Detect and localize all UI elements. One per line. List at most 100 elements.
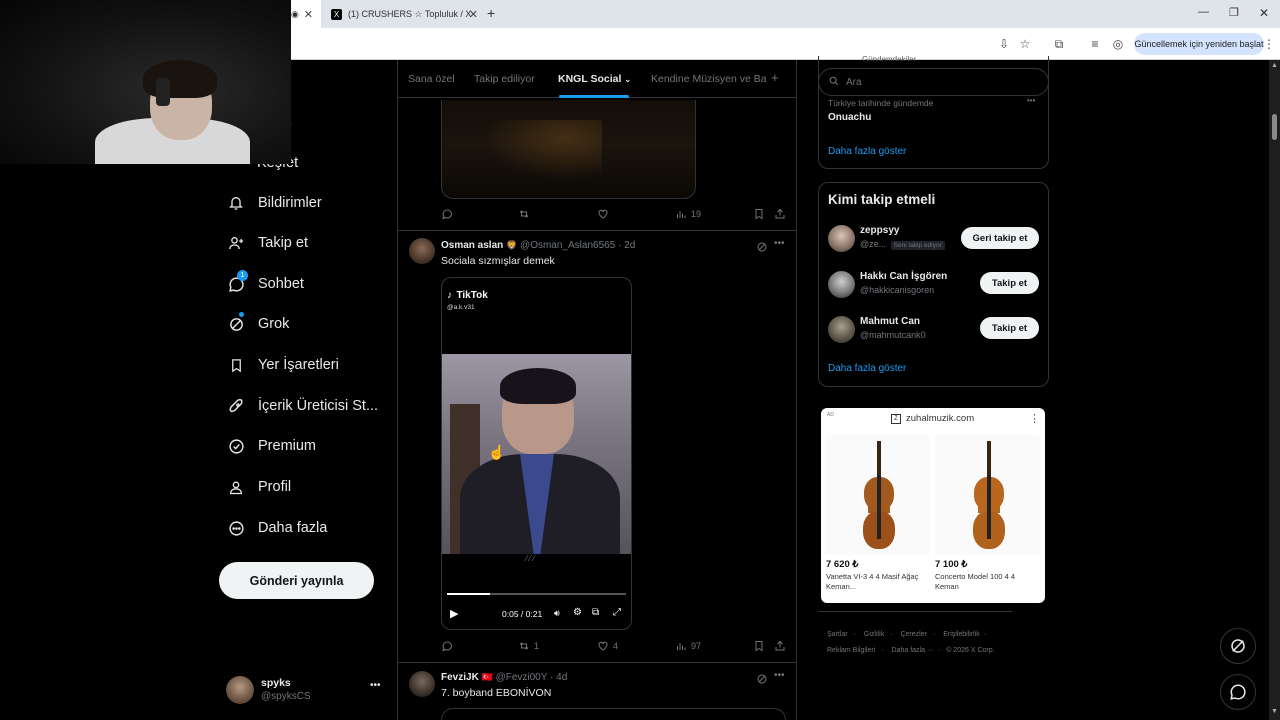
follow-button[interactable]: Takip et	[980, 272, 1039, 294]
ad-header[interactable]: Z zuhalmuzik.com	[891, 413, 974, 424]
author-name[interactable]: Osman aslan	[441, 240, 503, 251]
ad-price: 7 620 ₺	[826, 559, 859, 570]
nav-item-premium[interactable]: Premium	[226, 432, 316, 460]
scrollbar-thumb[interactable]	[1272, 114, 1277, 140]
author-handle[interactable]: @Fevzi00Y	[496, 672, 548, 683]
pip-icon[interactable]: ⧉	[592, 607, 599, 618]
reply-button[interactable]	[441, 640, 457, 652]
grok-post-icon[interactable]	[756, 672, 768, 690]
browser-tab-partial[interactable]: ◉ ✕	[291, 0, 321, 28]
video-frame[interactable]	[442, 354, 631, 554]
new-tab-button[interactable]: +	[487, 5, 495, 21]
post-time[interactable]: 4d	[556, 672, 567, 683]
bookmark-button[interactable]	[753, 208, 769, 220]
tab-musician[interactable]: Kendine Müzisyen ve Ba	[651, 73, 767, 85]
star-icon[interactable]: ☆	[1017, 36, 1033, 52]
bookmark-button[interactable]	[753, 640, 769, 652]
trend-title[interactable]: Onuachu	[828, 112, 871, 123]
scroll-down-icon[interactable]: ▼	[1271, 708, 1278, 715]
tab-title: (1) CRUSHERS ☆ Topluluk / X	[348, 8, 472, 19]
footer-link[interactable]: Çerezler	[900, 631, 926, 638]
follow-suggestion[interactable]: zeppsyy @ze... Seni takip ediyor Geri ta…	[819, 221, 1048, 257]
post-media-top[interactable]	[441, 708, 786, 720]
share-button[interactable]	[774, 640, 790, 652]
more-icon[interactable]: •••	[774, 238, 785, 249]
post-fevzi[interactable]: FevziJK 🇹🇷 @Fevzi00Y · 4d ••• 7. boyband…	[398, 663, 796, 720]
add-tab-icon[interactable]: +	[771, 70, 779, 85]
post-osman[interactable]: Osman aslan 🦁 @Osman_Aslan6565 · 2d ••• …	[398, 231, 796, 662]
tab-following[interactable]: Takip ediliyor	[474, 73, 535, 85]
post-time[interactable]: 2d	[624, 240, 635, 251]
nav-item-profile[interactable]: Profil	[226, 473, 291, 501]
nav-item-creator-studio[interactable]: İçerik Üreticisi St...	[226, 392, 378, 420]
nav-item-chat[interactable]: 1 Sohbet	[226, 270, 304, 298]
more-icon[interactable]: •••	[1027, 96, 1035, 105]
settings-icon[interactable]: ⚙	[573, 607, 582, 618]
minimize-button[interactable]: —	[1198, 6, 1209, 18]
footer-link[interactable]: Şartlar	[827, 631, 848, 638]
volume-icon[interactable]: 🔊︎	[554, 608, 560, 619]
nav-item-notifications[interactable]: Bildirimler	[226, 189, 322, 217]
browser-tab-crushers[interactable]: X (1) CRUSHERS ☆ Topluluk / X ✕	[326, 0, 486, 28]
update-restart-button[interactable]: Güncellemek için yeniden başlat	[1134, 33, 1264, 55]
repost-button[interactable]	[518, 208, 534, 220]
close-icon[interactable]: ✕	[469, 8, 478, 21]
media-icon[interactable]: ≡	[1087, 36, 1103, 52]
account-more-icon[interactable]: •••	[370, 680, 381, 691]
views-button[interactable]: 19	[675, 208, 701, 220]
nav-item-follow[interactable]: Takip et	[226, 229, 308, 257]
like-button[interactable]: 4	[597, 640, 618, 652]
post-media-dark[interactable]	[441, 100, 696, 199]
reply-button[interactable]	[441, 208, 457, 220]
ad-card[interactable]: AD Z zuhalmuzik.com ⋮ 7 620 ₺ Vanetta VI…	[821, 408, 1045, 603]
install-icon[interactable]: ⇩	[996, 36, 1012, 52]
menu-icon[interactable]: ⋮	[1261, 36, 1277, 52]
grok-float-button[interactable]	[1220, 628, 1256, 664]
nav-item-more[interactable]: Daha fazla	[226, 514, 327, 542]
author-name[interactable]: FevziJK	[441, 672, 479, 683]
footer-link[interactable]: Erişilebilirlik	[943, 631, 980, 638]
avatar[interactable]	[409, 238, 435, 264]
follow-suggestion[interactable]: Mahmut Can @mahmutcank0 Takip et	[819, 312, 1048, 348]
video-player[interactable]: ♪ TikTok @a.k.v31 ☝ ⁄ ⁄ ⁄ ▶ 0:05 / 0:21 …	[441, 277, 632, 630]
follow-back-button[interactable]: Geri takip et	[961, 227, 1039, 249]
views-icon	[677, 643, 686, 650]
like-button[interactable]	[597, 208, 613, 220]
ad-product[interactable]	[825, 435, 930, 555]
post-button[interactable]: Gönderi yayınla	[219, 562, 374, 599]
footer-link[interactable]: Daha fazla ···	[892, 647, 934, 654]
show-more-link[interactable]: Daha fazla göster	[828, 363, 906, 374]
video-progress-track[interactable]	[447, 593, 626, 595]
tab-kngl-social[interactable]: KNGL Social ⌄	[558, 73, 631, 85]
ad-product[interactable]	[935, 435, 1040, 555]
fullscreen-icon[interactable]: ⤢	[613, 607, 621, 618]
profile-icon[interactable]: ◎	[1110, 36, 1126, 52]
follow-suggestion[interactable]: Hakkı Can İşgören @hakkicanisgoren Takip…	[819, 267, 1048, 303]
nav-item-bookmarks[interactable]: Yer İşaretleri	[226, 351, 339, 379]
tab-for-you[interactable]: Sana özel	[408, 73, 455, 85]
extensions-icon[interactable]: ⧉	[1051, 36, 1067, 52]
views-button[interactable]: 97	[675, 640, 701, 652]
play-icon[interactable]: ▶	[450, 607, 458, 620]
avatar[interactable]	[409, 671, 435, 697]
share-button[interactable]	[774, 208, 790, 220]
scrollbar[interactable]: ▲ ▼	[1269, 60, 1280, 720]
close-icon[interactable]: ✕	[304, 8, 313, 21]
more-icon[interactable]: ⋮	[1029, 412, 1040, 425]
footer-link[interactable]: Gizlilik	[864, 631, 884, 638]
nav-item-grok[interactable]: Grok	[226, 310, 289, 338]
restore-button[interactable]: ❐	[1229, 6, 1239, 19]
post-header: Osman aslan 🦁 @Osman_Aslan6565 · 2d	[441, 240, 636, 251]
violin-image	[863, 441, 895, 551]
footer-link[interactable]: Reklam Bilgileri	[827, 647, 875, 654]
repost-button[interactable]: 1	[518, 640, 539, 652]
scroll-up-icon[interactable]: ▲	[1271, 62, 1278, 69]
show-more-link[interactable]: Daha fazla göster	[828, 146, 906, 157]
follow-button[interactable]: Takip et	[980, 317, 1039, 339]
account-switcher[interactable]: spyks @spyksCS •••	[226, 674, 386, 706]
grok-post-icon[interactable]	[756, 240, 768, 258]
author-handle[interactable]: @Osman_Aslan6565	[520, 240, 615, 251]
more-icon[interactable]: •••	[774, 670, 785, 681]
messages-float-button[interactable]	[1220, 674, 1256, 710]
close-window-button[interactable]: ✕	[1259, 6, 1269, 20]
